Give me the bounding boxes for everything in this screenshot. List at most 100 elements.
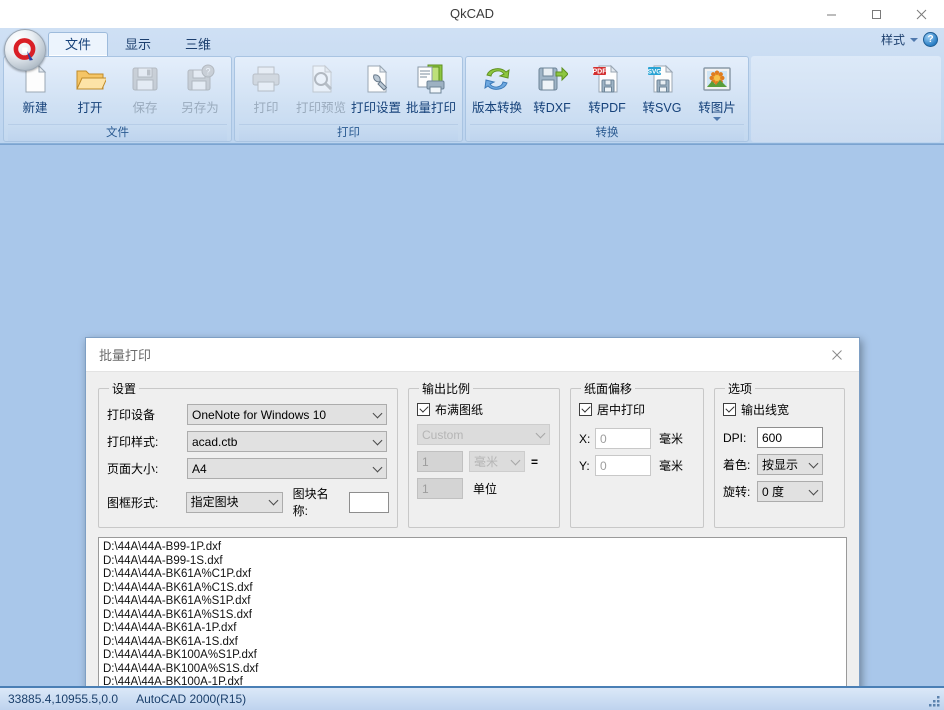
resize-grip[interactable] (927, 694, 941, 708)
block-name-input[interactable] (349, 491, 389, 513)
rotation-select-wrap: 0 度 (757, 481, 823, 502)
ribbon-body: 新建 打开 保存 ? 另存为 文件 打印 打印预览 打印设置 批量打印 打印 版… (0, 54, 944, 144)
file-list[interactable]: D:\44A\44A-B99-1P.dxf D:\44A\44A-B99-1S.d… (98, 537, 847, 686)
window-controls (809, 0, 944, 28)
chevron-down-icon[interactable] (713, 117, 721, 121)
file-list-item[interactable]: D:\44A\44A-BK61A%C1S.dxf (103, 582, 842, 596)
output-lineweight-checkbox[interactable] (723, 403, 736, 416)
printer-icon (250, 63, 282, 95)
ribbon-button-to-dxf[interactable]: 转DXF (525, 59, 579, 117)
row-frame-format: 图框形式: 指定图块 图块名称: (107, 485, 389, 519)
file-list-item[interactable]: D:\44A\44A-BK61A-1P.dxf (103, 622, 842, 636)
shading-label: 着色: (723, 458, 751, 472)
maximize-icon[interactable] (854, 0, 899, 28)
drawing-canvas[interactable]: 批量打印 设置 打印设备 OneNote for Windows 10 打印样式… (0, 144, 944, 686)
ribbon-group-print: 打印 打印预览 打印设置 批量打印 打印 (234, 56, 463, 142)
ribbon-button-to-pdf[interactable]: PDF 转PDF (580, 59, 634, 117)
file-list-item[interactable]: D:\44A\44A-B99-1P.dxf (103, 541, 842, 555)
ribbon-button-label: 打开 (77, 101, 103, 115)
ribbon-button-label: 另存为 (181, 101, 219, 115)
save-pdf-icon: PDF (591, 63, 623, 95)
print-device-select[interactable]: OneNote for Windows 10 (187, 404, 387, 425)
tab-display[interactable]: 显示 (108, 32, 168, 56)
file-list-item[interactable]: D:\44A\44A-BK61A%C1P.dxf (103, 568, 842, 582)
ribbon-button-version-convert[interactable]: 版本转换 (470, 59, 524, 117)
ribbon-button-label: 版本转换 (471, 101, 522, 115)
styles-menu[interactable]: 样式 ? (881, 31, 938, 48)
shading-select-wrap: 按显示 (757, 454, 823, 475)
close-icon[interactable] (899, 0, 944, 28)
ribbon-button-to-image[interactable]: 转图片 (690, 59, 744, 122)
center-print-checkbox-row[interactable]: 居中打印 (579, 401, 695, 418)
file-list-item[interactable]: D:\44A\44A-BK100A-1P.dxf (103, 676, 842, 686)
ribbon-button-to-svg[interactable]: SVG 转SVG (635, 59, 689, 117)
ribbon-button-label: 转图片 (698, 101, 736, 115)
file-list-item[interactable]: D:\44A\44A-BK100A%S1P.dxf (103, 649, 842, 663)
ribbon-empty-area (751, 56, 941, 142)
print-style-select[interactable]: acad.ctb (187, 431, 387, 452)
offset-y-input[interactable] (595, 455, 651, 476)
group-output-scale-legend: 输出比例 (422, 382, 471, 396)
scale-unit-select-wrap: 毫米 (469, 451, 525, 472)
group-settings: 设置 打印设备 OneNote for Windows 10 打印样式: aca… (98, 380, 398, 528)
page-size-select[interactable]: A4 (187, 458, 387, 479)
frame-format-select[interactable]: 指定图块 (185, 491, 283, 513)
fit-paper-checkbox-row[interactable]: 布满图纸 (417, 401, 551, 418)
center-print-checkbox[interactable] (579, 403, 592, 416)
ribbon-button-label: 打印设置 (350, 101, 401, 115)
ribbon-button-batch-print[interactable]: 批量打印 (404, 59, 458, 117)
help-icon[interactable]: ? (923, 32, 938, 47)
offset-x-label: X: (579, 431, 591, 446)
output-lineweight-checkbox-row[interactable]: 输出线宽 (723, 401, 836, 418)
file-list-item[interactable]: D:\44A\44A-BK61A%S1S.dxf (103, 609, 842, 623)
tab-3d[interactable]: 三维 (168, 32, 228, 56)
file-list-item[interactable]: D:\44A\44A-BK61A-1S.dxf (103, 636, 842, 650)
minimize-icon[interactable] (809, 0, 854, 28)
tab-file[interactable]: 文件 (48, 32, 109, 56)
row-dpi: DPI: (723, 427, 836, 448)
scale-preset-select[interactable]: Custom (417, 424, 550, 445)
file-list-item[interactable]: D:\44A\44A-B99-1S.dxf (103, 555, 842, 569)
file-list-item[interactable]: D:\44A\44A-BK61A%S1P.dxf (103, 595, 842, 609)
dialog-title-bar: 批量打印 (86, 338, 859, 372)
ribbon-button-print-preview[interactable]: 打印预览 (294, 59, 348, 117)
ribbon-button-save-as[interactable]: ? 另存为 (173, 59, 227, 117)
print-device-select-wrap: OneNote for Windows 10 (187, 404, 387, 425)
dpi-input[interactable] (757, 427, 823, 448)
row-print-style: 打印样式: acad.ctb (107, 431, 389, 452)
rotation-select[interactable]: 0 度 (757, 481, 823, 502)
ribbon-button-save[interactable]: 保存 (118, 59, 172, 117)
save-as-disk-icon: ? (184, 63, 216, 95)
print-device-label: 打印设备 (107, 408, 156, 422)
group-settings-legend: 设置 (112, 382, 137, 396)
ribbon-group-title: 转换 (470, 124, 744, 141)
offset-x-input[interactable] (595, 428, 651, 449)
ribbon-button-print-settings[interactable]: 打印设置 (349, 59, 403, 117)
shading-select[interactable]: 按显示 (757, 454, 823, 475)
status-format: AutoCAD 2000(R15) (136, 692, 247, 706)
fit-paper-label: 布满图纸 (435, 403, 484, 417)
ribbon-button-open[interactable]: 打开 (63, 59, 117, 117)
svg-text:?: ? (205, 67, 210, 77)
save-disk-icon (129, 63, 161, 95)
group-options-legend: 选项 (728, 382, 753, 396)
app-logo-icon[interactable] (4, 29, 46, 71)
ribbon-button-label: 转PDF (588, 101, 626, 115)
ribbon-button-print[interactable]: 打印 (239, 59, 293, 117)
check-icon (724, 403, 735, 413)
dialog-title: 批量打印 (99, 348, 152, 363)
svg-text:PDF: PDF (593, 69, 608, 76)
dialog-close-icon[interactable] (815, 338, 859, 371)
fit-paper-checkbox[interactable] (417, 403, 430, 416)
styles-label: 样式 (880, 33, 905, 47)
frame-format-label: 图框形式: (107, 495, 159, 510)
chevron-down-icon[interactable] (910, 37, 918, 42)
scale-denominator-input[interactable] (417, 478, 463, 499)
page-size-label: 页面大小: (107, 462, 159, 476)
row-rotation: 旋转: 0 度 (723, 481, 836, 502)
status-bar: 33885.4,10955.5,0.0 AutoCAD 2000(R15) (0, 686, 944, 710)
file-list-item[interactable]: D:\44A\44A-BK100A%S1S.dxf (103, 663, 842, 677)
scale-unit-label: 单位 (473, 482, 498, 496)
scale-unit-select[interactable]: 毫米 (469, 451, 525, 472)
scale-numerator-input[interactable] (417, 451, 463, 472)
